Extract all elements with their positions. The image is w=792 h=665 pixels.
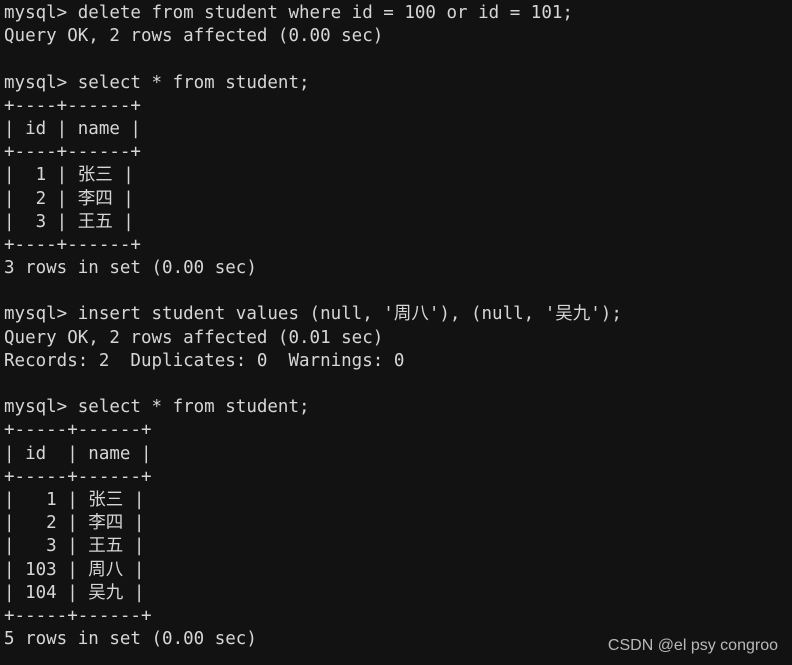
table-row: | 104 | 吴九 | <box>4 582 145 603</box>
terminal-line-result-delete: Query OK, 2 rows affected (0.00 sec) <box>4 26 384 47</box>
terminal-line-command-insert: mysql> insert student values (null, '周八'… <box>4 304 622 325</box>
table-1-border-top: +----+------+ <box>4 95 141 116</box>
terminal-window[interactable]: mysql> delete from student where id = 10… <box>0 0 792 665</box>
terminal-line-command-select-1: mysql> select * from student; <box>4 72 310 93</box>
table-row: | 1 | 张三 | <box>4 165 134 186</box>
table-2-border-bottom: +-----+------+ <box>4 605 152 626</box>
table-row: | 3 | 王五 | <box>4 211 134 232</box>
table-2-header-row: | id | name | <box>4 443 152 464</box>
table-1-border-bottom: +----+------+ <box>4 234 141 255</box>
table-1-header-row: | id | name | <box>4 118 141 139</box>
terminal-line-command-delete: mysql> delete from student where id = 10… <box>4 3 573 23</box>
table-row: | 3 | 王五 | <box>4 536 145 557</box>
table-row: | 1 | 张三 | <box>4 489 145 510</box>
watermark-text: CSDN @el psy congroo <box>607 637 778 654</box>
table-2-border-mid: +-----+------+ <box>4 466 152 487</box>
terminal-line-insert-records: Records: 2 Duplicates: 0 Warnings: 0 <box>4 350 405 371</box>
table-row: | 103 | 周八 | <box>4 559 145 580</box>
table-1-border-mid: +----+------+ <box>4 142 141 163</box>
table-row: | 2 | 李四 | <box>4 188 134 209</box>
terminal-line-command-select-2: mysql> select * from student; <box>4 397 310 418</box>
terminal-line-result-insert: Query OK, 2 rows affected (0.01 sec) <box>4 327 384 348</box>
table-1-row-count: 3 rows in set (0.00 sec) <box>4 258 257 279</box>
table-row: | 2 | 李四 | <box>4 513 145 534</box>
table-2-border-top: +-----+------+ <box>4 420 152 441</box>
